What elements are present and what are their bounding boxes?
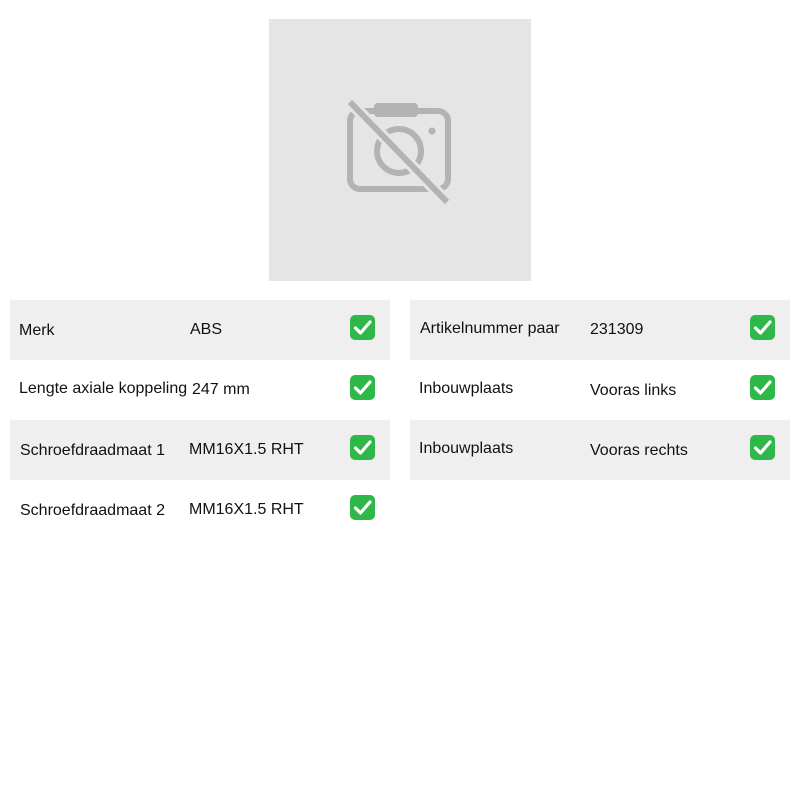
check-icon <box>350 495 375 520</box>
spec-label: Artikelnummer paar <box>420 320 560 337</box>
check-icon <box>350 375 375 400</box>
check-icon <box>750 435 775 460</box>
spec-value: Vooras rechts <box>590 442 688 459</box>
spec-row: Schroefdraadmaat 1 MM16X1.5 RHT <box>10 420 390 480</box>
no-photo-icon <box>345 97 452 207</box>
check-icon <box>350 315 375 340</box>
spec-label: Lengte axiale koppeling <box>19 380 188 397</box>
spec-row: Artikelnummer paar 231309 <box>410 300 790 360</box>
spec-table-right: Artikelnummer paar 231309 Inbouwplaats V… <box>410 300 790 480</box>
spec-row: Lengte axiale koppeling 247 mm <box>10 360 390 420</box>
product-image-placeholder <box>269 19 531 281</box>
check-icon <box>350 435 375 460</box>
check-icon <box>750 375 775 400</box>
spec-row: Schroefdraadmaat 2 MM16X1.5 RHT <box>10 480 390 540</box>
spec-value: MM16X1.5 RHT <box>189 501 304 518</box>
spec-table-left: Merk ABS Lengte axiale koppeling 247 mm … <box>10 300 390 540</box>
spec-value: 247 mm <box>192 381 250 398</box>
spec-label: Schroefdraadmaat 2 <box>20 502 165 519</box>
spec-value: Vooras links <box>590 382 677 399</box>
spec-label: Inbouwplaats <box>419 380 514 397</box>
spec-row: Merk ABS <box>10 300 390 360</box>
spec-label: Merk <box>19 322 55 339</box>
spec-row: Inbouwplaats Vooras links <box>410 360 790 420</box>
spec-value: 231309 <box>590 321 644 338</box>
spec-label: Inbouwplaats <box>419 440 514 457</box>
spec-value: ABS <box>190 321 223 338</box>
spec-value: MM16X1.5 RHT <box>189 441 304 458</box>
spec-row: Inbouwplaats Vooras rechts <box>410 420 790 480</box>
spec-label: Schroefdraadmaat 1 <box>20 442 165 459</box>
check-icon <box>750 315 775 340</box>
